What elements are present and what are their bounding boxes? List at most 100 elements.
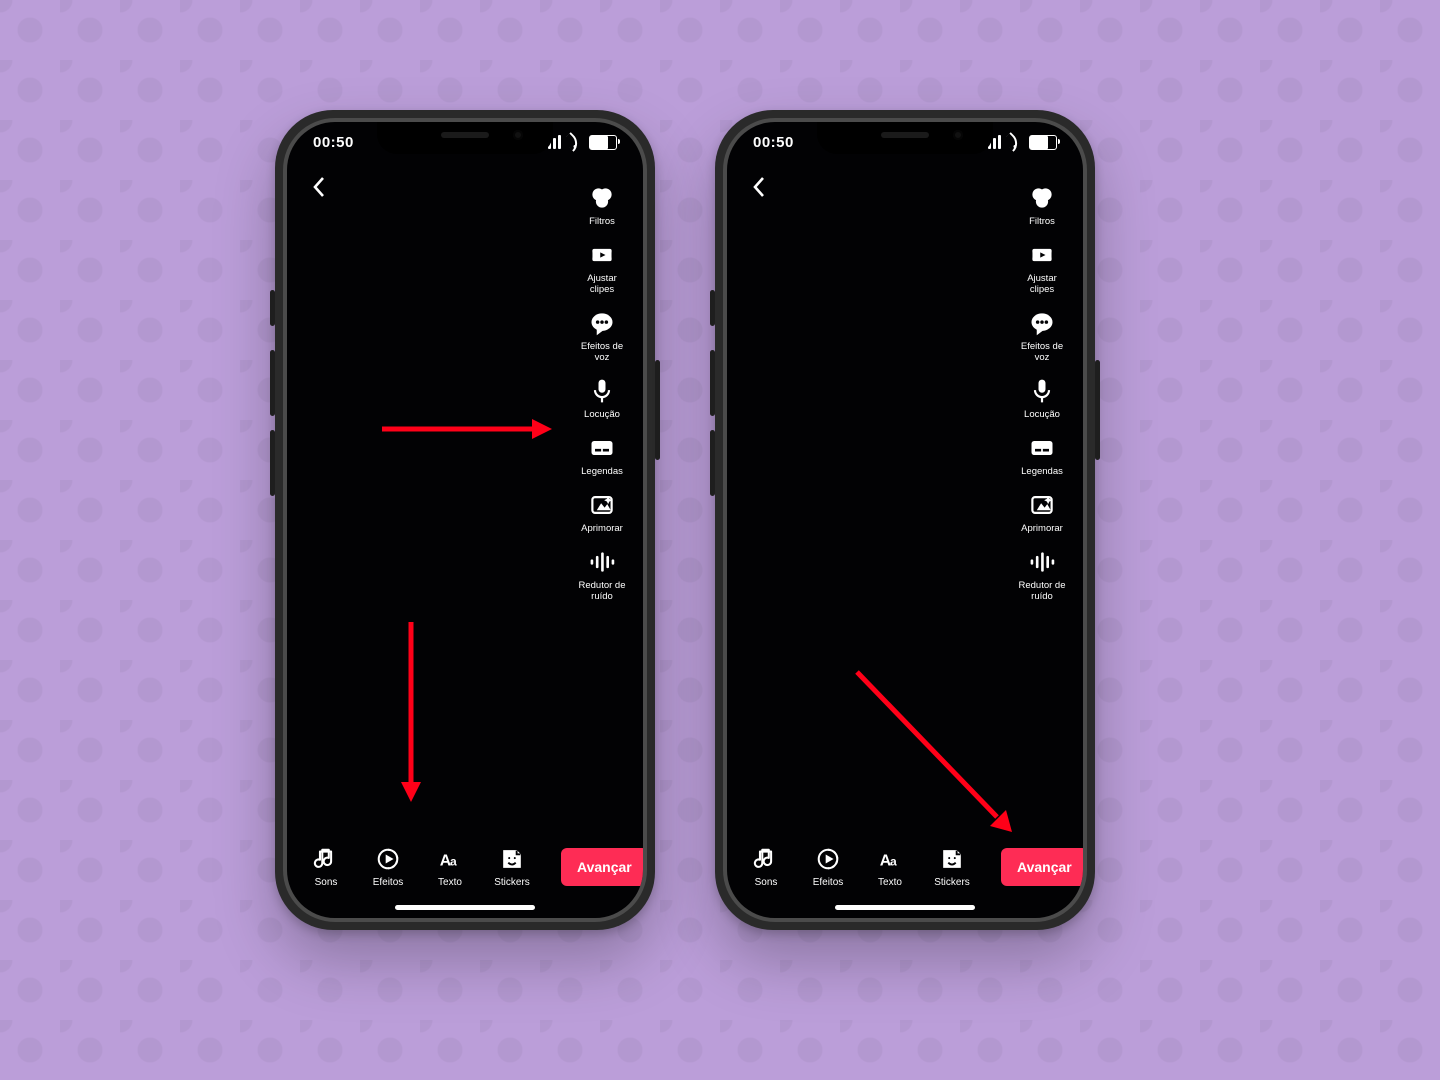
stickers-icon xyxy=(937,845,967,873)
bottom-tool-label: Efeitos xyxy=(373,877,404,888)
filters-icon xyxy=(1027,184,1057,212)
side-tool-label: Legendas xyxy=(581,466,623,477)
annotation-arrow-right xyxy=(382,417,552,446)
voice-effects-icon xyxy=(1027,309,1057,337)
side-tool-ajustar-clipes[interactable]: Ajustar clipes xyxy=(587,241,617,295)
adjust-clips-icon xyxy=(1027,241,1057,269)
editor-side-tools: Filtros Ajustar clipes Efeitos de voz Lo… xyxy=(571,184,633,602)
side-tool-legendas[interactable]: Legendas xyxy=(1021,434,1063,477)
back-button[interactable] xyxy=(305,173,333,201)
bottom-tool-sons[interactable]: Sons xyxy=(301,845,351,888)
wifi-icon xyxy=(1007,136,1023,148)
voice-effects-icon xyxy=(587,309,617,337)
side-tool-label: Legendas xyxy=(1021,466,1063,477)
side-tool-legendas[interactable]: Legendas xyxy=(581,434,623,477)
side-tool-aprimorar[interactable]: Aprimorar xyxy=(1021,491,1063,534)
chevron-left-icon xyxy=(752,176,766,198)
next-button[interactable]: Avançar xyxy=(1001,848,1083,886)
side-tool-label: Aprimorar xyxy=(1021,523,1063,534)
bottom-tool-label: Texto xyxy=(438,877,462,888)
side-tool-label: Locução xyxy=(584,409,620,420)
phone-mockup-left: 00:50 Filtros Ajustar xyxy=(275,110,655,930)
bottom-tool-label: Stickers xyxy=(494,877,530,888)
hardware-button xyxy=(270,430,275,496)
next-button[interactable]: Avançar xyxy=(561,848,643,886)
bottom-tool-label: Texto xyxy=(878,877,902,888)
side-tool-ajustar-clipes[interactable]: Ajustar clipes xyxy=(1027,241,1057,295)
phone-mockup-right: 00:50 Filtros Ajustar xyxy=(715,110,1095,930)
captions-icon xyxy=(587,434,617,462)
side-tool-label: Ajustar clipes xyxy=(1027,273,1057,295)
hardware-button xyxy=(710,430,715,496)
enhance-icon xyxy=(587,491,617,519)
side-tool-aprimorar[interactable]: Aprimorar xyxy=(581,491,623,534)
bottom-tool-texto[interactable]: Aa Texto xyxy=(865,845,915,888)
svg-text:a: a xyxy=(450,855,457,869)
bottom-tool-label: Sons xyxy=(315,877,338,888)
phone-notch xyxy=(377,122,553,154)
bottom-tool-label: Efeitos xyxy=(813,877,844,888)
text-icon: Aa xyxy=(435,845,465,873)
stickers-icon xyxy=(497,845,527,873)
svg-text:a: a xyxy=(890,855,897,869)
side-tool-efeitos-voz[interactable]: Efeitos de voz xyxy=(581,309,623,363)
side-tool-redutor-ruido[interactable]: Redutor de ruído xyxy=(578,548,625,602)
side-tool-locucao[interactable]: Locução xyxy=(584,377,620,420)
battery-icon xyxy=(1029,135,1057,150)
phone-notch xyxy=(817,122,993,154)
side-tool-filtros[interactable]: Filtros xyxy=(1027,184,1057,227)
adjust-clips-icon xyxy=(587,241,617,269)
battery-icon xyxy=(589,135,617,150)
filters-icon xyxy=(587,184,617,212)
noise-reduce-icon xyxy=(1027,548,1057,576)
bottom-tool-efeitos[interactable]: Efeitos xyxy=(803,845,853,888)
side-tool-label: Filtros xyxy=(589,216,615,227)
side-tool-filtros[interactable]: Filtros xyxy=(587,184,617,227)
annotation-arrow-down xyxy=(399,622,423,807)
annotation-arrow-diagonal xyxy=(852,667,1022,847)
home-indicator xyxy=(835,905,975,910)
side-tool-locucao[interactable]: Locução xyxy=(1024,377,1060,420)
side-tool-label: Ajustar clipes xyxy=(587,273,617,295)
hardware-button xyxy=(655,360,660,460)
bottom-tool-label: Sons xyxy=(755,877,778,888)
music-icon xyxy=(311,845,341,873)
hardware-button xyxy=(710,290,715,326)
wifi-icon xyxy=(567,136,583,148)
captions-icon xyxy=(1027,434,1057,462)
side-tool-label: Efeitos de voz xyxy=(1021,341,1063,363)
side-tool-redutor-ruido[interactable]: Redutor de ruído xyxy=(1018,548,1065,602)
microphone-icon xyxy=(1027,377,1057,405)
side-tool-label: Efeitos de voz xyxy=(581,341,623,363)
status-time: 00:50 xyxy=(753,134,794,151)
side-tool-label: Locução xyxy=(1024,409,1060,420)
chevron-left-icon xyxy=(312,176,326,198)
status-time: 00:50 xyxy=(313,134,354,151)
effects-icon xyxy=(373,845,403,873)
side-tool-label: Filtros xyxy=(1029,216,1055,227)
bottom-tool-texto[interactable]: Aa Texto xyxy=(425,845,475,888)
side-tool-label: Aprimorar xyxy=(581,523,623,534)
bottom-tool-stickers[interactable]: Stickers xyxy=(487,845,537,888)
music-icon xyxy=(751,845,781,873)
hardware-button xyxy=(270,290,275,326)
text-icon: Aa xyxy=(875,845,905,873)
home-indicator xyxy=(395,905,535,910)
hardware-button xyxy=(1095,360,1100,460)
effects-icon xyxy=(813,845,843,873)
bottom-tool-label: Stickers xyxy=(934,877,970,888)
microphone-icon xyxy=(587,377,617,405)
editor-side-tools: Filtros Ajustar clipes Efeitos de voz Lo… xyxy=(1011,184,1073,602)
enhance-icon xyxy=(1027,491,1057,519)
editor-bottom-bar: Sons Efeitos Aa Texto Stickers Avançar xyxy=(287,845,643,888)
noise-reduce-icon xyxy=(587,548,617,576)
side-tool-label: Redutor de ruído xyxy=(1018,580,1065,602)
bottom-tool-efeitos[interactable]: Efeitos xyxy=(363,845,413,888)
side-tool-efeitos-voz[interactable]: Efeitos de voz xyxy=(1021,309,1063,363)
hardware-button xyxy=(270,350,275,416)
back-button[interactable] xyxy=(745,173,773,201)
bottom-tool-sons[interactable]: Sons xyxy=(741,845,791,888)
bottom-tool-stickers[interactable]: Stickers xyxy=(927,845,977,888)
side-tool-label: Redutor de ruído xyxy=(578,580,625,602)
editor-bottom-bar: Sons Efeitos Aa Texto Stickers Avançar xyxy=(727,845,1083,888)
